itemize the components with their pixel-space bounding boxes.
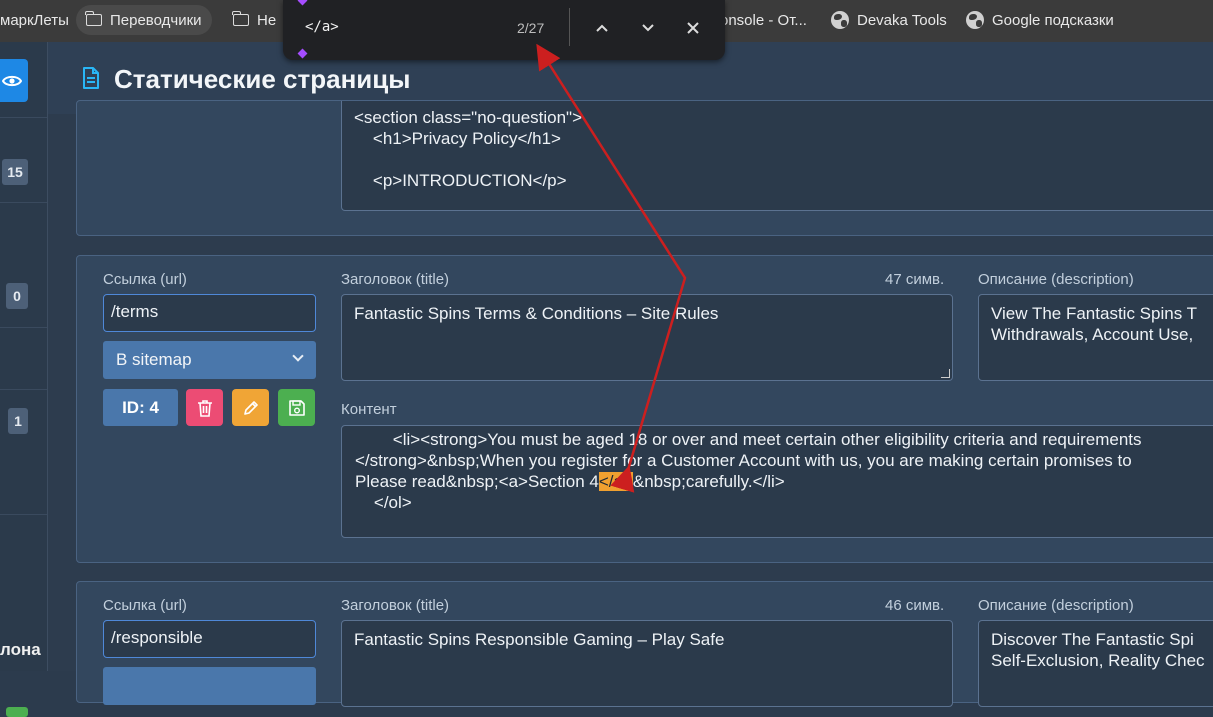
bookmark-google-suggest[interactable]: Google подсказки bbox=[966, 0, 1114, 40]
save-button[interactable] bbox=[278, 389, 315, 426]
sitemap-select-value: В sitemap bbox=[116, 350, 192, 369]
divider bbox=[0, 389, 47, 390]
count-badge: 15 bbox=[2, 159, 28, 185]
description-label: Описание (description) bbox=[978, 597, 1134, 614]
edit-button[interactable] bbox=[232, 389, 269, 426]
status-badge bbox=[6, 707, 28, 717]
page-card-terms: Ссылка (url) /terms В sitemap ID: 4 Заго… bbox=[76, 255, 1213, 563]
find-match-count: 2/27 bbox=[517, 20, 545, 36]
title-text: Fantastic Spins Terms & Conditions – Sit… bbox=[354, 304, 719, 323]
content-line: <h1>Privacy Policy</h1> bbox=[354, 129, 561, 148]
bookmark-console[interactable]: onsole - От... bbox=[720, 0, 807, 40]
chevron-up-icon bbox=[596, 24, 608, 32]
page-title: Статические страницы bbox=[114, 64, 411, 94]
globe-icon bbox=[966, 11, 984, 29]
trash-icon bbox=[197, 399, 212, 417]
url-label: Ссылка (url) bbox=[103, 271, 187, 288]
chevron-down-icon bbox=[292, 350, 304, 362]
sidebar-label-fragment: лона bbox=[0, 640, 41, 659]
count-badge: 1 bbox=[8, 408, 28, 434]
preview-button[interactable] bbox=[0, 59, 28, 102]
url-label: Ссылка (url) bbox=[103, 597, 187, 614]
bookmark-label: Google подсказки bbox=[992, 11, 1114, 29]
bookmark-devaka-tools[interactable]: Devaka Tools bbox=[831, 0, 947, 40]
chevron-down-icon bbox=[642, 24, 654, 32]
content-label: Контент bbox=[341, 401, 397, 418]
divider bbox=[0, 327, 47, 328]
content-line bbox=[354, 149, 1208, 170]
url-input[interactable]: /responsible bbox=[103, 620, 316, 658]
close-find-button[interactable] bbox=[677, 13, 709, 43]
bookmark-label: onsole - От... bbox=[720, 11, 807, 29]
content-line: Please read&nbsp;<a>Section 4</a>&nbsp;c… bbox=[355, 471, 1207, 492]
bookmark-folder-ne[interactable]: Не bbox=[232, 0, 277, 40]
count-badge: 0 bbox=[6, 283, 28, 309]
folder-icon bbox=[232, 11, 249, 26]
title-char-count: 46 симв. bbox=[885, 597, 945, 614]
folder-icon bbox=[85, 11, 102, 26]
content-line: <section class="no-question"> bbox=[354, 108, 583, 127]
bookmark-label: Не bbox=[257, 11, 277, 29]
content-line: </strong>&nbsp;When you register for a C… bbox=[355, 451, 1132, 470]
sitemap-select[interactable]: В sitemap bbox=[103, 341, 316, 379]
sidebar: 15 0 1 лона bbox=[0, 42, 48, 717]
previous-match-button[interactable] bbox=[586, 13, 618, 43]
sitemap-select[interactable] bbox=[103, 667, 316, 705]
content-textarea[interactable]: <section class="no-question"> <h1>Privac… bbox=[341, 101, 1213, 211]
divider bbox=[569, 8, 570, 46]
description-textarea[interactable]: Discover The Fantastic Spi Self-Exclusio… bbox=[978, 620, 1213, 707]
bookmark-folder-translators[interactable]: Переводчики bbox=[76, 5, 212, 35]
bookmark-label: Devaka Tools bbox=[857, 11, 947, 29]
document-icon bbox=[83, 67, 99, 89]
content-textarea[interactable]: <li><strong>You must be aged 18 or over … bbox=[341, 425, 1213, 538]
scroll-marker bbox=[297, 0, 308, 6]
title-char-count: 47 симв. bbox=[885, 271, 945, 288]
find-input[interactable]: </a> bbox=[305, 19, 339, 35]
globe-icon bbox=[831, 11, 849, 29]
scroll-marker bbox=[297, 48, 308, 59]
find-bar: </a> 2/27 bbox=[283, 0, 725, 60]
page-card: <section class="no-question"> <h1>Privac… bbox=[76, 100, 1213, 236]
description-label: Описание (description) bbox=[978, 271, 1134, 288]
content-text: &nbsp;carefully.</li> bbox=[632, 472, 785, 491]
main-content: Статические страницы <section class="no-… bbox=[48, 42, 1213, 707]
url-input[interactable]: /terms bbox=[103, 294, 316, 332]
content-text: <section class="no-question"> <h1>Privac… bbox=[354, 107, 1208, 191]
divider bbox=[0, 117, 47, 118]
pencil-icon bbox=[243, 400, 258, 415]
title-textarea[interactable]: Fantastic Spins Terms & Conditions – Sit… bbox=[341, 294, 953, 381]
title-label: Заголовок (title) bbox=[341, 271, 450, 288]
delete-button[interactable] bbox=[186, 389, 223, 426]
page-card-responsible: Ссылка (url) /responsible Заголовок (tit… bbox=[76, 581, 1213, 707]
content-line: <li><strong>You must be aged 18 or over … bbox=[355, 430, 1142, 449]
content-line: <p>INTRODUCTION</p> bbox=[354, 171, 567, 190]
bookmark-label: маркЛеты bbox=[0, 11, 69, 29]
bookmark-label: Переводчики bbox=[110, 11, 202, 29]
floppy-disk-icon bbox=[288, 399, 305, 416]
divider bbox=[0, 202, 47, 203]
content-line: </ol> bbox=[355, 493, 412, 512]
resize-handle[interactable] bbox=[941, 369, 950, 378]
bookmark-bookmarklets[interactable]: маркЛеты bbox=[0, 0, 69, 40]
description-textarea[interactable]: View The Fantastic Spins T Withdrawals, … bbox=[978, 294, 1213, 381]
search-match-highlight: </a> bbox=[598, 472, 633, 491]
eye-icon bbox=[2, 75, 22, 86]
id-button[interactable]: ID: 4 bbox=[103, 389, 178, 426]
next-match-button[interactable] bbox=[632, 13, 664, 43]
title-textarea[interactable]: Fantastic Spins Responsible Gaming – Pla… bbox=[341, 620, 953, 707]
divider bbox=[0, 514, 47, 515]
close-icon bbox=[687, 22, 699, 34]
title-label: Заголовок (title) bbox=[341, 597, 450, 614]
content-text: Please read&nbsp;<a>Section 4 bbox=[355, 472, 599, 491]
